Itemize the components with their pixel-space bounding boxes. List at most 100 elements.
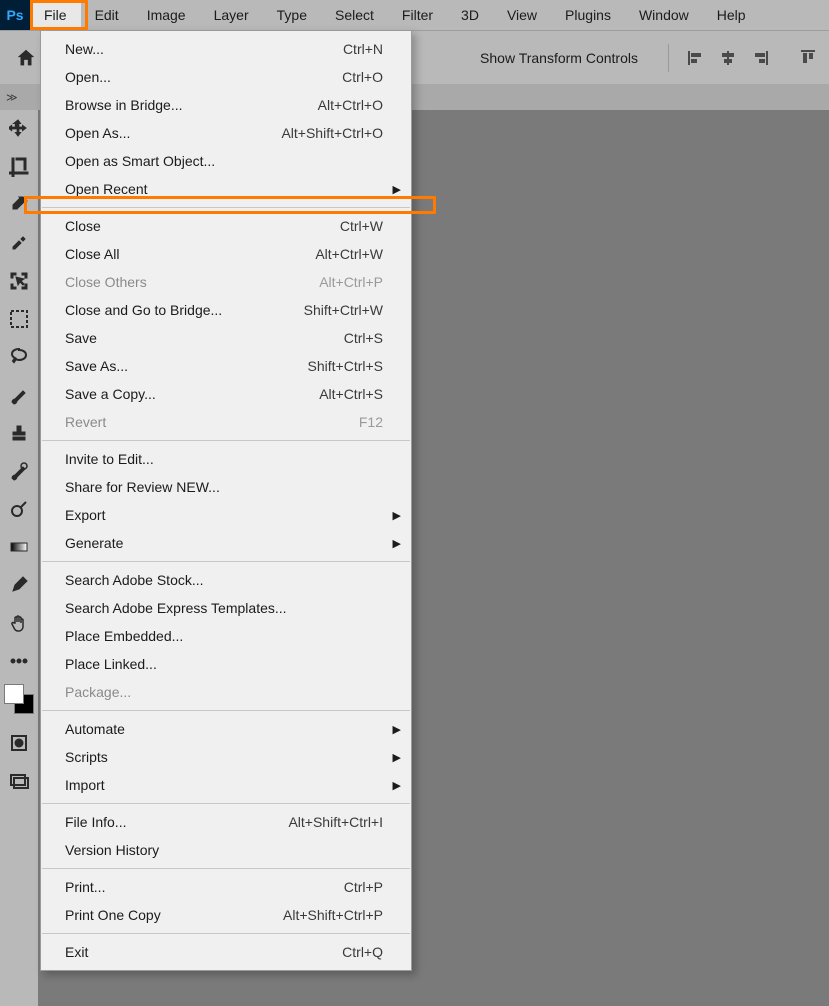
menuitem-label: Search Adobe Express Templates...	[65, 600, 287, 616]
menuitem-generate[interactable]: Generate ▶	[41, 529, 411, 557]
menu-filter[interactable]: Filter	[388, 0, 447, 30]
align-right-button[interactable]	[745, 44, 775, 72]
menu-separator	[42, 710, 410, 711]
menuitem-shortcut: Alt+Shift+Ctrl+P	[283, 907, 383, 923]
more-tool[interactable]	[0, 642, 38, 680]
menu-select[interactable]: Select	[321, 0, 388, 30]
menu-separator	[42, 803, 410, 804]
hand-tool[interactable]	[0, 604, 38, 642]
crop-tool[interactable]	[0, 148, 38, 186]
menuitem-label: Invite to Edit...	[65, 451, 154, 467]
menuitem-browse-in-bridge[interactable]: Browse in Bridge...Alt+Ctrl+O	[41, 91, 411, 119]
menuitem-open-as[interactable]: Open As...Alt+Shift+Ctrl+O	[41, 119, 411, 147]
tools-panel	[0, 110, 39, 1006]
color-swatches[interactable]	[0, 680, 38, 724]
menuitem-label: New...	[65, 41, 104, 57]
submenu-arrow-icon: ▶	[393, 537, 401, 550]
align-center-h-button[interactable]	[713, 44, 743, 72]
menu-plugins[interactable]: Plugins	[551, 0, 625, 30]
menuitem-new[interactable]: New... Ctrl+N	[41, 35, 411, 63]
menuitem-label: File Info...	[65, 814, 126, 830]
menuitem-label: Close and Go to Bridge...	[65, 302, 222, 318]
menuitem-close-all[interactable]: Close AllAlt+Ctrl+W	[41, 240, 411, 268]
menu-view[interactable]: View	[493, 0, 551, 30]
menuitem-label: Search Adobe Stock...	[65, 572, 204, 588]
menuitem-label: Place Linked...	[65, 656, 157, 672]
align-top-button[interactable]	[793, 44, 823, 72]
menubar: Ps FileEditImageLayerTypeSelectFilter3DV…	[0, 0, 829, 30]
submenu-arrow-icon: ▶	[393, 779, 401, 792]
menuitem-file-info[interactable]: File Info...Alt+Shift+Ctrl+I	[41, 808, 411, 836]
menuitem-export[interactable]: Export▶	[41, 501, 411, 529]
menuitem-shortcut: Ctrl+N	[343, 41, 383, 57]
app-logo: Ps	[0, 0, 30, 30]
menuitem-version-history[interactable]: Version History	[41, 836, 411, 864]
menuitem-open-as-smart-object[interactable]: Open as Smart Object...	[41, 147, 411, 175]
menuitem-place-linked[interactable]: Place Linked...	[41, 650, 411, 678]
menuitem-label: Close	[65, 218, 101, 234]
menu-file[interactable]: File	[30, 0, 81, 30]
menuitem-exit[interactable]: ExitCtrl+Q	[41, 938, 411, 966]
lasso-tool[interactable]	[0, 338, 38, 376]
menuitem-shortcut: Ctrl+S	[344, 330, 383, 346]
menuitem-save[interactable]: Save Ctrl+S	[41, 324, 411, 352]
menuitem-invite-to-edit[interactable]: Invite to Edit...	[41, 445, 411, 473]
move-tool[interactable]	[0, 110, 38, 148]
quick-mask-button[interactable]	[0, 724, 38, 762]
menuitem-print[interactable]: Print...Ctrl+P	[41, 873, 411, 901]
menuitem-label: Generate	[65, 535, 123, 551]
menuitem-label: Open As...	[65, 125, 130, 141]
menuitem-save-a-copy[interactable]: Save a Copy...Alt+Ctrl+S	[41, 380, 411, 408]
menuitem-label: Scripts	[65, 749, 108, 765]
menuitem-label: Close Others	[65, 274, 147, 290]
menuitem-place-embedded[interactable]: Place Embedded...	[41, 622, 411, 650]
menuitem-save-as[interactable]: Save As...Shift+Ctrl+S	[41, 352, 411, 380]
healing-brush-tool[interactable]	[0, 224, 38, 262]
submenu-arrow-icon: ▶	[393, 509, 401, 522]
menuitem-shortcut: F12	[359, 414, 383, 430]
menuitem-search-adobe-stock[interactable]: Search Adobe Stock...	[41, 566, 411, 594]
stamp-tool[interactable]	[0, 414, 38, 452]
menuitem-label: Open Recent	[65, 181, 148, 197]
eyedropper-tool[interactable]	[0, 186, 38, 224]
gradient-tool[interactable]	[0, 528, 38, 566]
menuitem-open[interactable]: Open...Ctrl+O	[41, 63, 411, 91]
menu-type[interactable]: Type	[263, 0, 321, 30]
menuitem-share-for-review-new[interactable]: Share for Review NEW...	[41, 473, 411, 501]
object-select-tool[interactable]	[0, 262, 38, 300]
menu-3d[interactable]: 3D	[447, 0, 493, 30]
menu-separator	[42, 440, 410, 441]
show-transform-label[interactable]: Show Transform Controls	[480, 50, 638, 66]
separator	[668, 44, 669, 72]
foreground-swatch[interactable]	[4, 684, 24, 704]
marquee-tool[interactable]	[0, 300, 38, 338]
menu-separator	[42, 207, 410, 208]
menuitem-print-one-copy[interactable]: Print One CopyAlt+Shift+Ctrl+P	[41, 901, 411, 929]
pen-tool[interactable]	[0, 566, 38, 604]
submenu-arrow-icon: ▶	[393, 183, 401, 196]
menuitem-scripts[interactable]: Scripts▶	[41, 743, 411, 771]
menu-layer[interactable]: Layer	[200, 0, 263, 30]
menu-image[interactable]: Image	[133, 0, 200, 30]
menu-edit[interactable]: Edit	[81, 0, 133, 30]
menuitem-search-adobe-express-templates[interactable]: Search Adobe Express Templates...	[41, 594, 411, 622]
tab-chevrons-icon[interactable]: ≫	[0, 91, 24, 104]
screen-mode-button[interactable]	[0, 762, 38, 800]
menuitem-close-and-go-to-bridge[interactable]: Close and Go to Bridge...Shift+Ctrl+W	[41, 296, 411, 324]
menuitem-label: Save	[65, 330, 97, 346]
history-brush-tool[interactable]	[0, 452, 38, 490]
menu-window[interactable]: Window	[625, 0, 703, 30]
menu-separator	[42, 868, 410, 869]
dodge-tool[interactable]	[0, 490, 38, 528]
menuitem-shortcut: Ctrl+O	[342, 69, 383, 85]
menuitem-label: Share for Review NEW...	[65, 479, 220, 495]
menuitem-import[interactable]: Import▶	[41, 771, 411, 799]
menuitem-open-recent[interactable]: Open Recent ▶	[41, 175, 411, 203]
menuitem-label: Print...	[65, 879, 105, 895]
align-left-button[interactable]	[681, 44, 711, 72]
menuitem-label: Close All	[65, 246, 119, 262]
menu-help[interactable]: Help	[703, 0, 760, 30]
menuitem-automate[interactable]: Automate▶	[41, 715, 411, 743]
brush-tool[interactable]	[0, 376, 38, 414]
menuitem-close[interactable]: CloseCtrl+W	[41, 212, 411, 240]
